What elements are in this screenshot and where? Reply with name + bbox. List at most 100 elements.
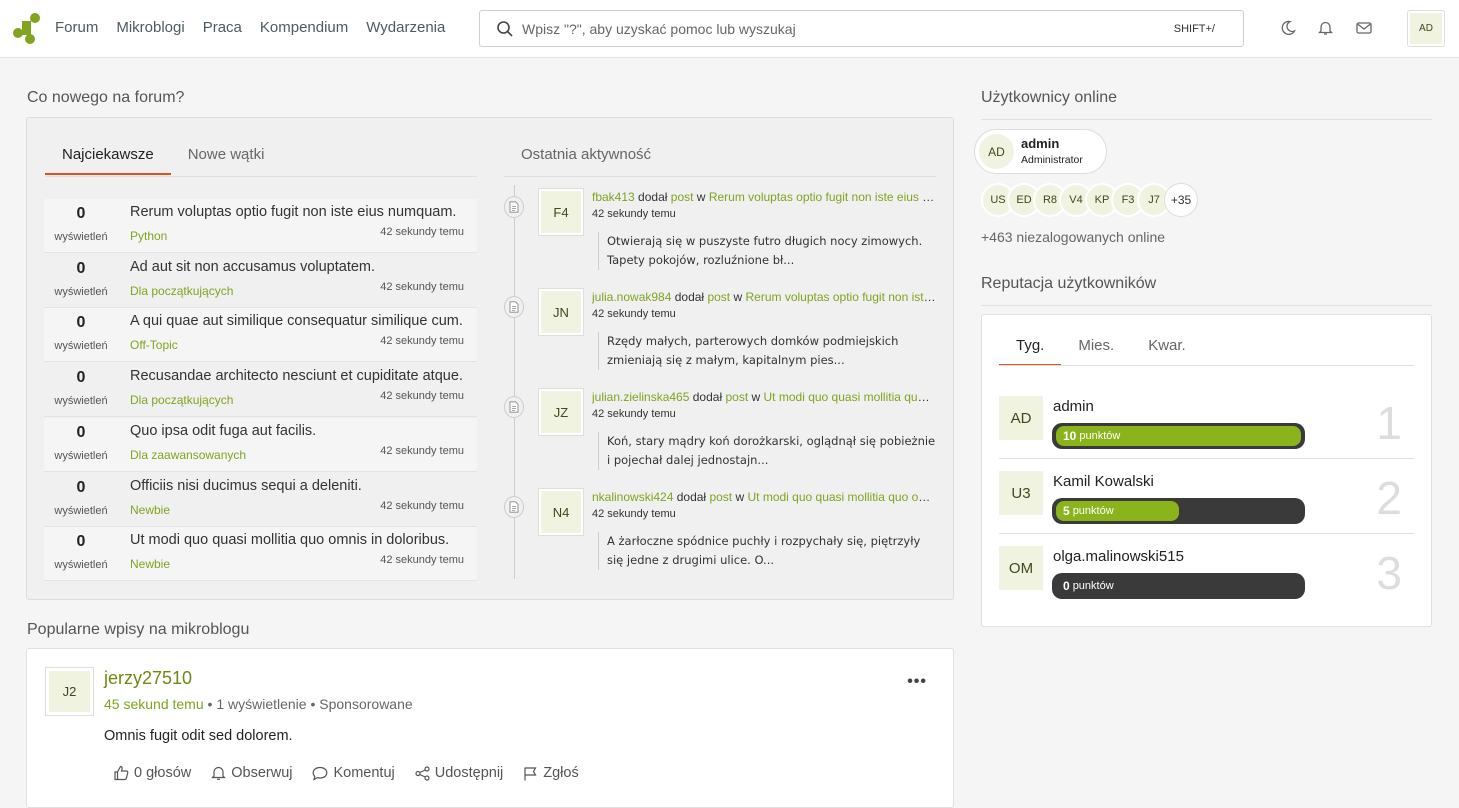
comment-button[interactable]: Komentuj (312, 765, 395, 781)
featured-online-user[interactable]: AD admin Administrator (974, 129, 1107, 174)
topic-title[interactable]: Ad aut sit non accusamus voluptatem. (130, 259, 465, 275)
tab-quarter[interactable]: Kwar. (1131, 336, 1203, 366)
reputation-avatar[interactable]: OM (999, 546, 1043, 590)
nav-wydarzenia[interactable]: Wydarzenia (366, 19, 445, 36)
activity-type[interactable]: post (709, 490, 732, 504)
topic-category[interactable]: Dla zaawansowanych (130, 448, 246, 462)
activity-user[interactable]: julian.zielinska465 (592, 390, 689, 404)
more-users-chip[interactable]: +35 (1164, 183, 1198, 217)
top-navbar: Forum Mikroblogi Praca Kompendium Wydarz… (0, 0, 1459, 58)
topic-row[interactable]: 0 wyświetleń Ad aut sit non accusamus volu… (44, 254, 477, 308)
thumbs-up-icon (114, 765, 129, 781)
tab-month[interactable]: Mies. (1061, 336, 1131, 366)
topic-title[interactable]: Rerum voluptas optio fugit non iste eius… (130, 204, 465, 220)
topic-category[interactable]: Newbie (130, 557, 170, 571)
reputation-avatar[interactable]: U3 (999, 471, 1043, 515)
vote-button[interactable]: 0 głosów (113, 765, 191, 781)
meta-separator: • (207, 696, 217, 712)
topic-category[interactable]: Dla początkujących (130, 393, 233, 407)
activity-avatar[interactable]: N4 (538, 488, 584, 536)
tab-nowe-watki[interactable]: Nowe wątki (171, 145, 282, 175)
activity-topic[interactable]: Ut modi quo quasi mollitia quo omnis in … (748, 490, 937, 504)
nav-praca[interactable]: Praca (203, 19, 242, 36)
activity-user[interactable]: julia.nowak984 (592, 290, 671, 304)
reputation-row[interactable]: AD admin 10 punktów 1 (999, 396, 1414, 471)
document-icon (504, 496, 524, 518)
topic-category[interactable]: Python (130, 229, 167, 243)
reputation-row-divider (999, 458, 1414, 459)
topic-title[interactable]: A qui quae aut similique consequatur sim… (130, 313, 465, 329)
topic-row[interactable]: 0 wyświetleń Rerum voluptas optio fugit no… (44, 199, 477, 253)
share-button[interactable]: Udostępnij (415, 765, 503, 781)
reputation-row[interactable]: OM olga.malinowski515 0 punktów 3 (999, 546, 1414, 621)
nav-mikroblogi[interactable]: Mikroblogi (116, 19, 184, 36)
topic-row[interactable]: 0 wyświetleń Ut modi quo quasi mollitia qu… (44, 527, 477, 582)
tab-najciekawsze[interactable]: Najciekawsze (45, 145, 171, 175)
reputation-divider (981, 305, 1432, 306)
reputation-progress-fill: 5 punktów (1056, 501, 1179, 521)
bell-icon[interactable] (1318, 20, 1333, 36)
post-time[interactable]: 45 sekund temu (104, 696, 204, 712)
nav-kompendium[interactable]: Kompendium (260, 19, 348, 36)
nav-forum[interactable]: Forum (55, 19, 98, 36)
view-count-label: wyświetleń (54, 504, 108, 517)
activity-topic[interactable]: Rerum voluptas optio fugit non iste eius… (709, 190, 936, 204)
post-meta: 45 sekund temu • 1 wyświetlenie • Sponso… (104, 696, 413, 712)
activity-avatar[interactable]: F4 (538, 188, 584, 236)
moon-icon[interactable] (1281, 20, 1296, 36)
reputation-progress-fill: 0 punktów (1056, 576, 1114, 596)
topic-category[interactable]: Off-Topic (130, 338, 178, 352)
reputation-points-unit: punktów (1072, 505, 1114, 517)
user-avatar[interactable]: AD (1407, 10, 1445, 47)
reputation-avatar[interactable]: AD (999, 396, 1043, 440)
topic-row[interactable]: 0 wyświetleń Officiis nisi ducimus sequi a… (44, 473, 477, 527)
follow-label: Obserwuj (231, 765, 293, 781)
topic-title[interactable]: Quo ipsa odit fuga aut facilis. (130, 423, 465, 439)
activity-type[interactable]: post (671, 190, 694, 204)
activity-avatar[interactable]: JN (538, 288, 584, 336)
topic-row[interactable]: 0 wyświetleń Quo ipsa odit fuga aut facili… (44, 417, 477, 472)
reputation-row[interactable]: U3 Kamil Kowalski 5 punktów 2 (999, 471, 1414, 546)
activity-topic[interactable]: Ut modi quo quasi mollitia quo omnis in … (764, 390, 936, 404)
activity-user[interactable]: nkalinowski424 (592, 490, 673, 504)
post-avatar[interactable]: J2 (45, 667, 94, 716)
forum-section-title: Co nowego na forum? (27, 89, 185, 106)
mail-icon[interactable] (1356, 22, 1372, 34)
activity-avatar[interactable]: JZ (538, 388, 584, 436)
topic-category[interactable]: Dla początkujących (130, 284, 233, 298)
activity-title: Ostatnia aktywność (521, 146, 652, 163)
activity-excerpt: Rzędy małych, parterowych domków podmiej… (598, 332, 936, 370)
microblog-post: J2 jerzy27510 45 sekund temu • 1 wyświet… (26, 648, 954, 808)
reputation-user-name[interactable]: admin (1053, 398, 1094, 415)
document-icon (504, 396, 524, 418)
activity-user[interactable]: fbak413 (592, 190, 635, 204)
post-author[interactable]: jerzy27510 (104, 668, 192, 689)
report-label: Zgłoś (543, 765, 579, 781)
reputation-points: 5 (1063, 504, 1070, 518)
tab-week[interactable]: Tyg. (999, 336, 1062, 366)
view-count: 0 (76, 314, 86, 332)
topic-time: 42 sekundy temu (380, 335, 464, 348)
topic-title[interactable]: Ut modi quo quasi mollitia quo omnis in … (130, 532, 465, 548)
follow-button[interactable]: Obserwuj (211, 765, 292, 781)
reputation-user-name[interactable]: Kamil Kowalski (1053, 473, 1154, 490)
activity-prep: w (735, 490, 745, 504)
activity-topic[interactable]: Rerum voluptas optio fugit non iste eius… (746, 290, 937, 304)
topic-title[interactable]: Recusandae architecto nesciunt et cupidi… (130, 368, 465, 384)
activity-type[interactable]: post (725, 390, 748, 404)
activity-prep: w (696, 190, 706, 204)
report-button[interactable]: Zgłoś (523, 765, 579, 781)
topic-row[interactable]: 0 wyświetleń A qui quae aut similique cons… (44, 308, 477, 363)
logo-icon[interactable] (12, 12, 40, 44)
activity-type[interactable]: post (707, 290, 730, 304)
search-input[interactable]: Wpisz "?", aby uzyskać pomoc lub wyszuka… (479, 10, 1244, 47)
reputation-user-name[interactable]: olga.malinowski515 (1053, 548, 1184, 565)
more-options-icon[interactable]: ••• (907, 673, 927, 691)
reputation-title: Reputacja użytkowników (981, 275, 1157, 292)
topic-time: 42 sekundy temu (380, 226, 464, 238)
topic-category[interactable]: Newbie (130, 503, 170, 517)
view-count-label: wyświetleń (54, 231, 108, 243)
topic-row[interactable]: 0 wyświetleń Recusandae architecto nesciun… (44, 363, 477, 418)
topic-title[interactable]: Officiis nisi ducimus sequi a deleniti. (130, 478, 465, 494)
reputation-points-unit: punktów (1072, 580, 1114, 592)
